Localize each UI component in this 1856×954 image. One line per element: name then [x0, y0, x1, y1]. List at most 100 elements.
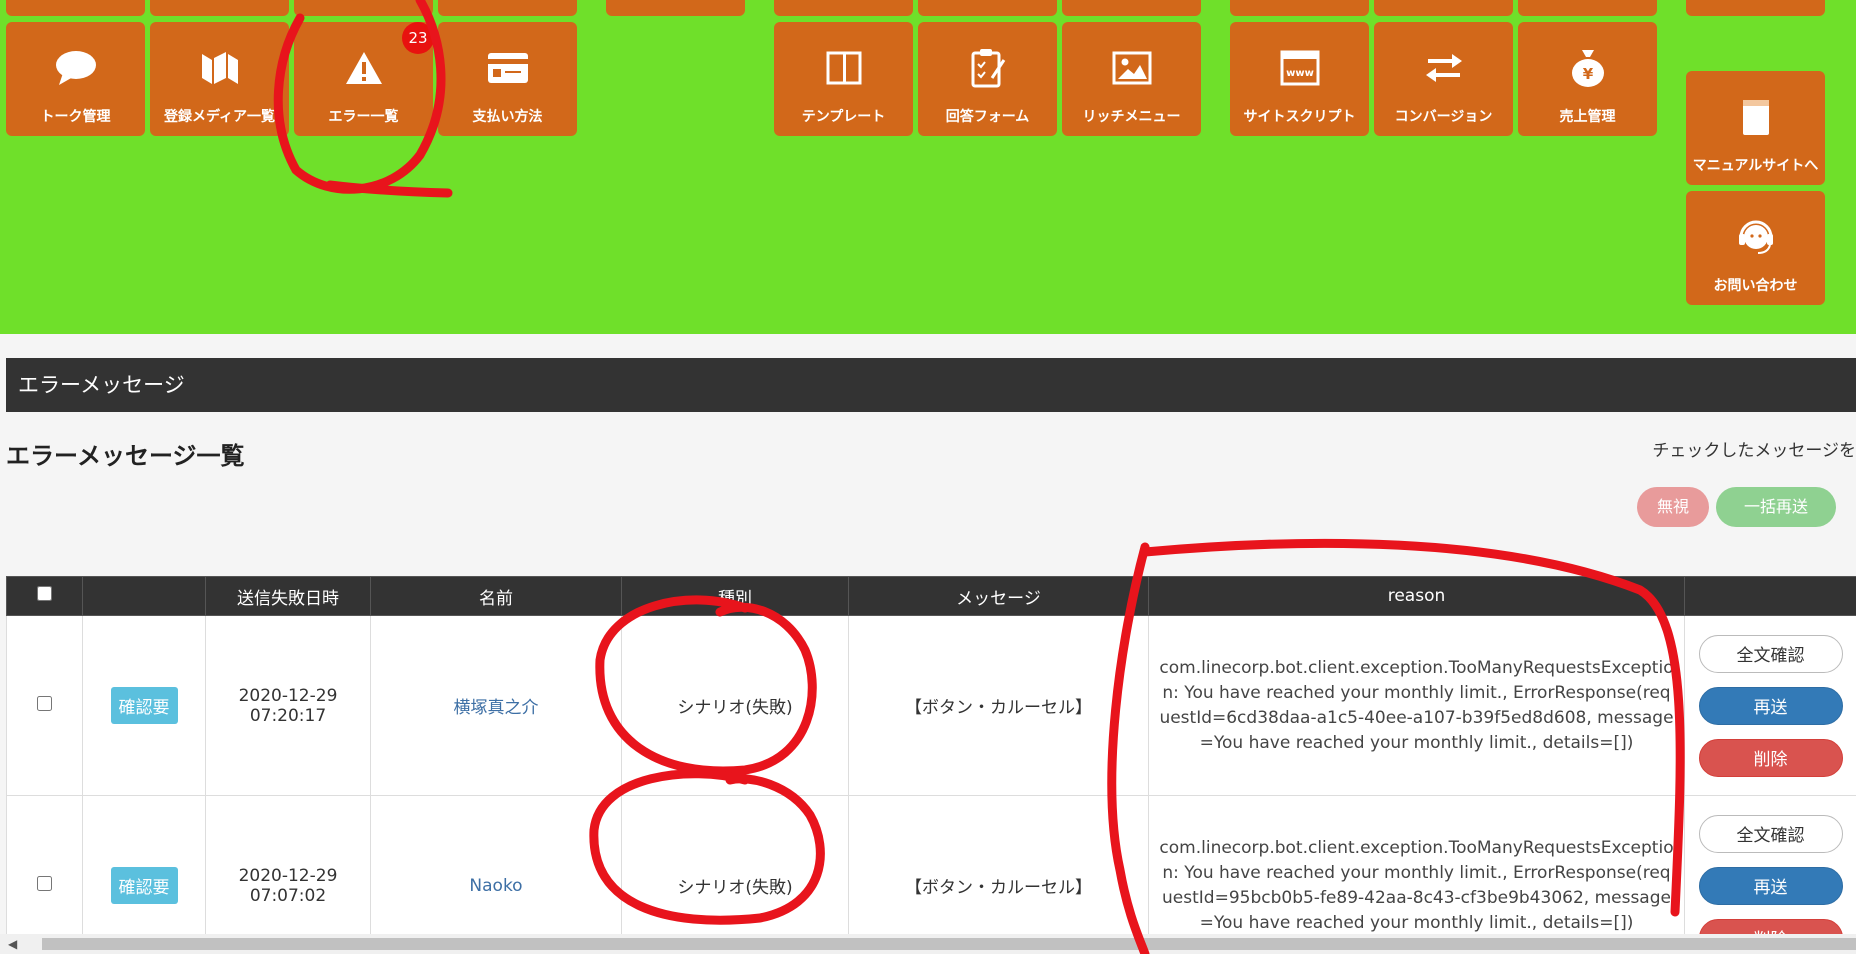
actions-cell: 全文確認 再送 削除	[1684, 615, 1856, 796]
menu-tile-label: 支払い方法	[472, 109, 543, 125]
column-header-date: 送信失敗日時	[205, 576, 371, 616]
panel-header: エラーメッセージ	[6, 358, 1856, 412]
manual-book-icon	[1686, 93, 1825, 141]
yen-bag-icon: ¥	[1518, 44, 1657, 92]
menu-tile-label: 回答フォーム	[945, 109, 1030, 125]
type-cell: シナリオ(失敗)	[621, 615, 849, 796]
status-cell: 確認要	[82, 615, 206, 796]
menu-tile-label: お問い合わせ	[1713, 278, 1798, 294]
menu-tile-label: トーク管理	[40, 109, 111, 125]
image-icon	[1062, 44, 1201, 92]
headset-icon	[1686, 213, 1825, 261]
menu-tile-cut[interactable]	[1374, 0, 1513, 16]
scrollbar-thumb[interactable]	[42, 938, 1856, 950]
delete-button[interactable]: 削除	[1698, 918, 1843, 934]
reason-cell: com.linecorp.bot.client.exception.TooMan…	[1148, 795, 1685, 934]
menu-tile-talk[interactable]: トーク管理	[6, 22, 145, 136]
scroll-left-arrow-icon[interactable]: ◀	[8, 937, 17, 951]
message-cell: 【ボタン・カルーセル】	[848, 615, 1149, 796]
actions-cell: 全文確認 再送 削除	[1684, 795, 1856, 934]
row-select-cell	[6, 615, 83, 796]
menu-tile-label: リッチメニュー	[1082, 109, 1181, 125]
name-cell: 横塚真之介	[370, 615, 622, 796]
speech-bubble-icon	[6, 44, 145, 92]
delete-button[interactable]: 削除	[1698, 738, 1843, 777]
failed-date: 2020-12-29	[238, 865, 338, 886]
table-header-row: 送信失敗日時 名前 種別 メッセージ reason	[6, 576, 1856, 616]
menu-tile-cut[interactable]	[918, 0, 1057, 16]
column-header-name: 名前	[370, 576, 622, 616]
menu-tile-cut[interactable]	[1230, 0, 1369, 16]
column-header-actions	[1684, 576, 1856, 616]
type-cell: シナリオ(失敗)	[621, 795, 849, 934]
view-full-button[interactable]: 全文確認	[1698, 814, 1843, 853]
view-full-button[interactable]: 全文確認	[1698, 634, 1843, 673]
error-table: 送信失敗日時 名前 種別 メッセージ reason 確認要 2020-12-29…	[6, 576, 1856, 934]
menu-tile-label: マニュアルサイトへ	[1692, 158, 1819, 174]
row-select-cell	[6, 795, 83, 934]
row-checkbox[interactable]	[37, 695, 52, 711]
bulk-resend-button[interactable]: 一括再送	[1716, 487, 1836, 527]
error-table-wrapper: 送信失敗日時 名前 種別 メッセージ reason 確認要 2020-12-29…	[6, 576, 1856, 934]
menu-tile-error-list[interactable]: エラー一覧 23	[294, 22, 434, 136]
menu-tile-cut[interactable]	[606, 0, 745, 16]
svg-text:¥: ¥	[1582, 65, 1593, 83]
template-columns-icon	[774, 44, 913, 92]
status-cell: 確認要	[82, 795, 206, 934]
select-all-header	[6, 576, 83, 616]
menu-tile-rich-menu[interactable]: リッチメニュー	[1062, 22, 1201, 136]
row-checkbox[interactable]	[37, 875, 52, 891]
reason-cell: com.linecorp.bot.client.exception.TooMan…	[1148, 615, 1685, 796]
menu-tile-label: エラー一覧	[328, 109, 399, 125]
menu-tile-label: コンバージョン	[1394, 109, 1493, 125]
user-name-link[interactable]: 横塚真之介	[454, 698, 539, 718]
menu-tile-cut[interactable]	[1518, 0, 1657, 16]
horizontal-scrollbar[interactable]: ◀	[0, 934, 1856, 954]
menu-tile-cut[interactable]	[294, 0, 433, 16]
menu-tile-cut[interactable]	[1686, 0, 1825, 16]
resend-button[interactable]: 再送	[1698, 866, 1843, 905]
menu-tile-cut[interactable]	[774, 0, 913, 16]
ignore-button[interactable]: 無視	[1637, 487, 1709, 527]
column-header-type: 種別	[621, 576, 849, 616]
date-cell: 2020-12-29 07:20:17	[205, 615, 371, 796]
menu-tile-sales[interactable]: ¥ 売上管理	[1518, 22, 1657, 136]
menu-tile-label: 登録メディア一覧	[163, 109, 276, 125]
menu-tile-label: 売上管理	[1559, 109, 1616, 125]
svg-text:www: www	[1286, 68, 1314, 79]
user-name-link[interactable]: Naoko	[469, 876, 522, 896]
table-row: 確認要 2020-12-29 07:20:17 横塚真之介 シナリオ(失敗) 【ボ…	[6, 615, 1856, 796]
menu-tile-payment[interactable]: 支払い方法	[438, 22, 577, 136]
menu-tile-site-script[interactable]: www サイトスクリプト	[1230, 22, 1369, 136]
top-menu-area: トーク管理 登録メディア一覧 エラー一覧 23 支払い方法 テンプレート 回答フ…	[0, 0, 1856, 334]
menu-tile-label: テンプレート	[801, 109, 886, 125]
menu-tile-label: サイトスクリプト	[1243, 109, 1356, 125]
failed-date: 2020-12-29	[238, 685, 338, 706]
column-header-status	[82, 576, 206, 616]
table-row: 確認要 2020-12-29 07:07:02 Naoko シナリオ(失敗) 【ボ…	[6, 795, 1856, 934]
date-cell: 2020-12-29 07:07:02	[205, 795, 371, 934]
resend-button[interactable]: 再送	[1698, 686, 1843, 725]
status-badge: 確認要	[110, 867, 178, 904]
media-logo-icon	[150, 44, 289, 92]
failed-time: 07:20:17	[249, 705, 327, 726]
menu-tile-manual[interactable]: マニュアルサイトへ	[1686, 71, 1825, 185]
menu-tile-template[interactable]: テンプレート	[774, 22, 913, 136]
exchange-arrows-icon	[1374, 44, 1513, 92]
menu-tile-cut[interactable]	[6, 0, 145, 16]
page-title: エラーメッセージ一覧	[6, 442, 245, 470]
menu-tile-cut[interactable]	[1062, 0, 1201, 16]
clipboard-form-icon	[918, 44, 1057, 92]
select-all-checkbox[interactable]	[37, 586, 52, 601]
menu-tile-conversion[interactable]: コンバージョン	[1374, 22, 1513, 136]
menu-tile-cut[interactable]	[150, 0, 289, 16]
message-cell: 【ボタン・カルーセル】	[848, 795, 1149, 934]
bulk-action-label: チェックしたメッセージを	[1652, 441, 1856, 461]
menu-tile-media[interactable]: 登録メディア一覧	[150, 22, 289, 136]
menu-tile-contact[interactable]: お問い合わせ	[1686, 191, 1825, 305]
status-badge: 確認要	[110, 687, 178, 724]
menu-tile-cut[interactable]	[438, 0, 577, 16]
menu-tile-answer-form[interactable]: 回答フォーム	[918, 22, 1057, 136]
column-header-reason: reason	[1148, 576, 1685, 616]
failed-time: 07:07:02	[249, 885, 327, 906]
